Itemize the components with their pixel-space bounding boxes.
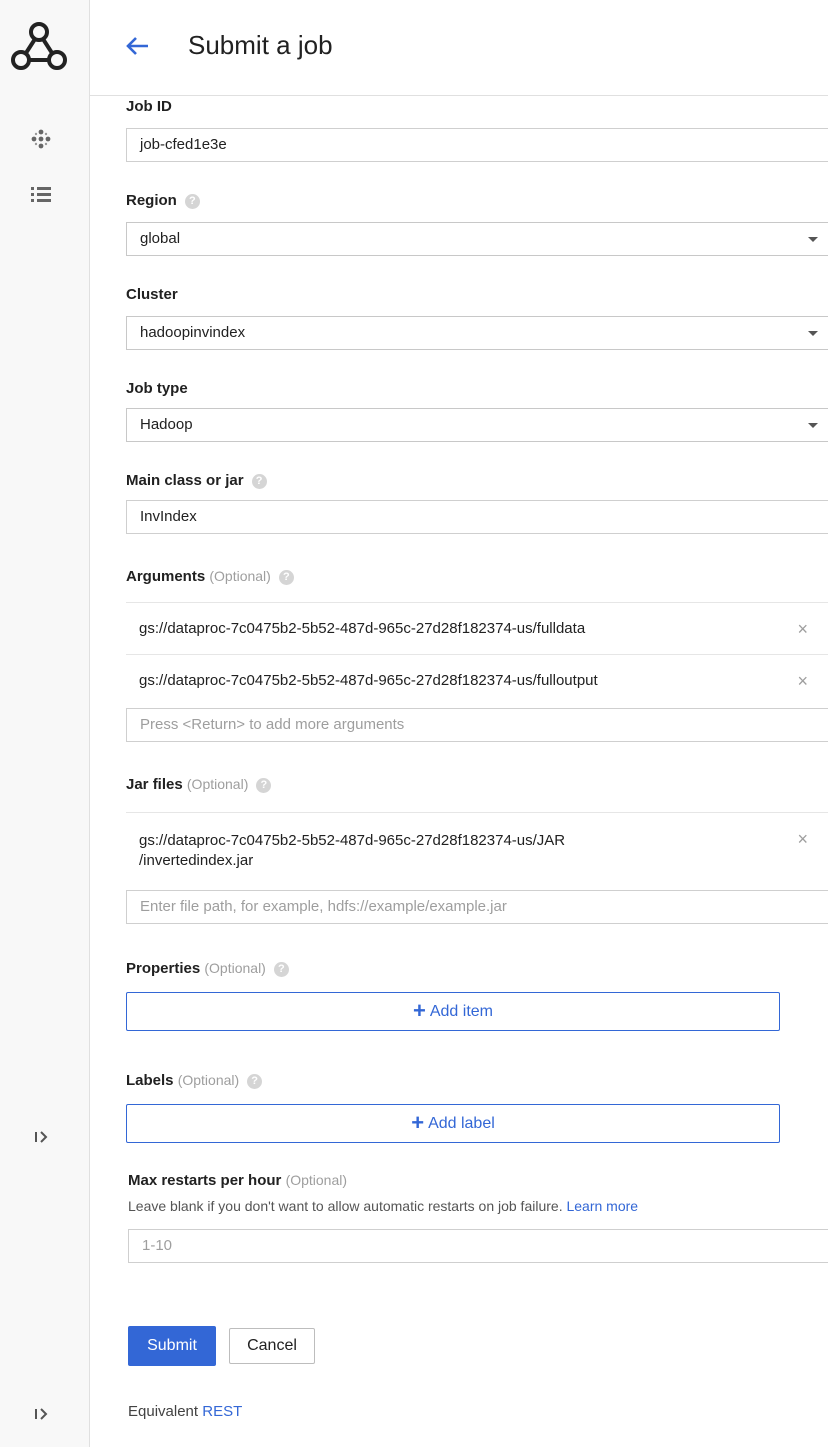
job-type-select[interactable]: Hadoop: [126, 408, 828, 442]
back-arrow-icon[interactable]: [122, 30, 154, 62]
job-type-dropdown-icon: [808, 423, 818, 428]
properties-help-icon[interactable]: ?: [273, 962, 289, 977]
dataproc-logo-icon: [11, 22, 67, 70]
arguments-label: Arguments (Optional)?: [126, 568, 294, 585]
labels-label: Labels (Optional)?: [126, 1072, 263, 1089]
arguments-help-icon[interactable]: ?: [278, 570, 294, 585]
region-value: global: [140, 230, 181, 247]
argument-text: gs://dataproc-7c0475b2-5b52-487d-965c-27…: [139, 672, 598, 689]
region-select[interactable]: global: [126, 222, 828, 256]
main-class-help-icon[interactable]: ?: [251, 474, 267, 489]
region-dropdown-icon: [808, 237, 818, 242]
properties-label: Properties (Optional)?: [126, 960, 289, 977]
cluster-label: Cluster: [126, 286, 178, 303]
add-jar-file-input[interactable]: Enter file path, for example, hdfs://exa…: [126, 890, 828, 924]
learn-more-link[interactable]: Learn more: [566, 1198, 638, 1214]
job-type-label: Job type: [126, 380, 188, 397]
region-help-icon[interactable]: ?: [184, 194, 200, 209]
cluster-select[interactable]: hadoopinvindex: [126, 316, 828, 350]
job-id-input[interactable]: job-cfed1e3e: [126, 128, 828, 162]
left-nav-rail-lower: [0, 1146, 90, 1447]
jar-file-path-line1: gs://dataproc-7c0475b2-5b52-487d-965c-27…: [139, 832, 566, 849]
page-header: Submit a job: [90, 0, 828, 96]
jar-files-label: Jar files (Optional)?: [126, 776, 272, 793]
page-title: Submit a job: [188, 30, 333, 60]
add-label-button[interactable]: + Add label: [126, 1104, 780, 1143]
plus-icon: +: [411, 1110, 425, 1135]
cancel-button[interactable]: Cancel: [229, 1328, 315, 1364]
jobs-list-icon[interactable]: [28, 182, 54, 208]
main-class-label: Main class or jar?: [126, 472, 267, 489]
remove-argument-icon[interactable]: ×: [797, 655, 808, 707]
left-nav-rail: [0, 0, 90, 1146]
argument-text: gs://dataproc-7c0475b2-5b52-487d-965c-27…: [139, 620, 586, 637]
submit-button[interactable]: Submit: [128, 1326, 216, 1366]
argument-item: gs://dataproc-7c0475b2-5b52-487d-965c-27…: [126, 654, 828, 706]
job-id-label: Job ID: [126, 98, 172, 115]
max-restarts-input[interactable]: 1-10: [128, 1229, 828, 1263]
cluster-value: hadoopinvindex: [140, 324, 246, 341]
main-class-input[interactable]: InvIndex: [126, 500, 828, 534]
max-restarts-label: Max restarts per hour (Optional): [128, 1172, 348, 1189]
region-label: Region?: [126, 192, 200, 209]
job-type-value: Hadoop: [140, 416, 193, 433]
plus-icon: +: [413, 998, 426, 1023]
max-restarts-hint: Leave blank if you don't want to allow a…: [128, 1198, 639, 1214]
clusters-icon[interactable]: [28, 126, 54, 152]
add-property-button[interactable]: + Add item: [126, 992, 780, 1031]
equivalent-rest: Equivalent REST: [128, 1403, 243, 1420]
jar-file-path-line2: /invertedindex.jar: [139, 852, 254, 869]
cluster-dropdown-icon: [808, 331, 818, 336]
screenshot-seam: [90, 1146, 828, 1154]
jar-file-item: gs://dataproc-7c0475b2-5b52-487d-965c-27…: [126, 812, 828, 888]
remove-jar-file-icon[interactable]: ×: [797, 829, 808, 849]
remove-argument-icon[interactable]: ×: [797, 603, 808, 655]
jar-files-help-icon[interactable]: ?: [256, 778, 272, 793]
labels-help-icon[interactable]: ?: [247, 1074, 263, 1089]
argument-item: gs://dataproc-7c0475b2-5b52-487d-965c-27…: [126, 602, 828, 654]
add-argument-input[interactable]: Press <Return> to add more arguments: [126, 708, 828, 742]
rest-link[interactable]: REST: [202, 1403, 242, 1420]
expand-nav-icon-lower[interactable]: [30, 1401, 56, 1427]
